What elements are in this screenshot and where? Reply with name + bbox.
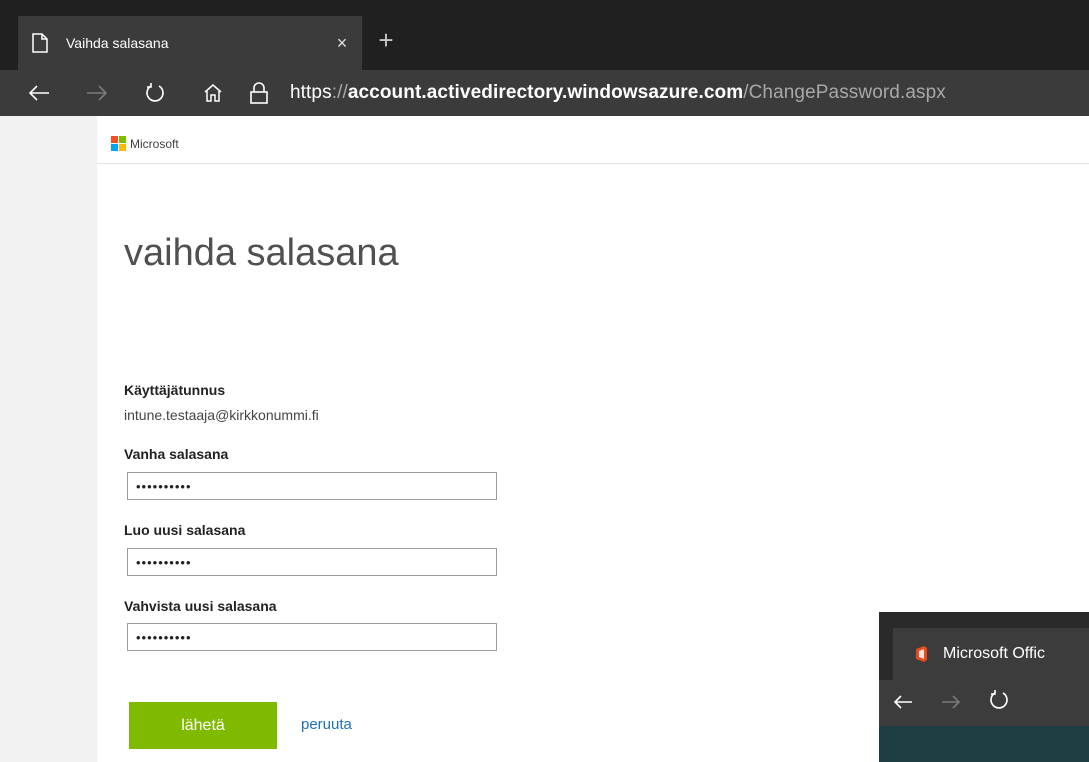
new-password-label: Luo uusi salasana [124, 522, 246, 538]
header-divider [97, 163, 1089, 164]
confirm-password-label: Vahvista uusi salasana [124, 598, 277, 614]
browser-tab[interactable]: Vaihda salasana × [18, 16, 362, 70]
submit-button[interactable]: lähetä [129, 702, 277, 749]
microsoft-logo: Microsoft [111, 136, 179, 151]
new-tab-icon[interactable]: + [368, 22, 404, 58]
back-arrow-icon[interactable] [10, 70, 68, 116]
office-icon [913, 646, 929, 662]
refresh-icon[interactable] [975, 689, 1023, 717]
left-gutter [0, 116, 97, 762]
refresh-icon[interactable] [126, 70, 184, 116]
second-window-content [879, 726, 1089, 762]
url-scheme: https [290, 82, 332, 103]
username-value: intune.testaaja@kirkkonummi.fi [124, 407, 319, 423]
tab-title: Vaihda salasana [66, 35, 169, 51]
browser-toolbar: https://account.activedirectory.windowsa… [0, 70, 1089, 116]
new-password-field[interactable] [127, 548, 497, 576]
url-host: account.activedirectory.windowsazure.com [347, 82, 744, 103]
second-window-tab-title: Microsoft Offic [943, 645, 1045, 662]
username-label: Käyttäjätunnus [124, 382, 226, 398]
old-password-field[interactable] [127, 472, 497, 500]
url-separator: :// [331, 82, 348, 103]
address-bar[interactable]: https://account.activedirectory.windowsa… [290, 82, 946, 104]
url-path: /ChangePassword.aspx [743, 82, 946, 103]
home-icon[interactable] [184, 70, 242, 116]
cancel-link[interactable]: peruuta [301, 716, 352, 733]
second-window-tab[interactable]: Microsoft Offic [893, 628, 1089, 680]
confirm-password-field[interactable] [127, 623, 497, 651]
lock-icon [250, 82, 278, 104]
page-icon [32, 33, 54, 53]
second-window-toolbar [879, 680, 1089, 726]
back-arrow-icon[interactable] [879, 690, 927, 716]
brand-name: Microsoft [130, 136, 179, 151]
forward-arrow-icon[interactable] [927, 690, 975, 716]
tab-close-icon[interactable]: × [322, 33, 362, 54]
forward-arrow-icon[interactable] [68, 70, 126, 116]
old-password-label: Vanha salasana [124, 446, 229, 462]
microsoft-logo-icon [111, 136, 126, 151]
page-title: vaihda salasana [124, 232, 399, 274]
